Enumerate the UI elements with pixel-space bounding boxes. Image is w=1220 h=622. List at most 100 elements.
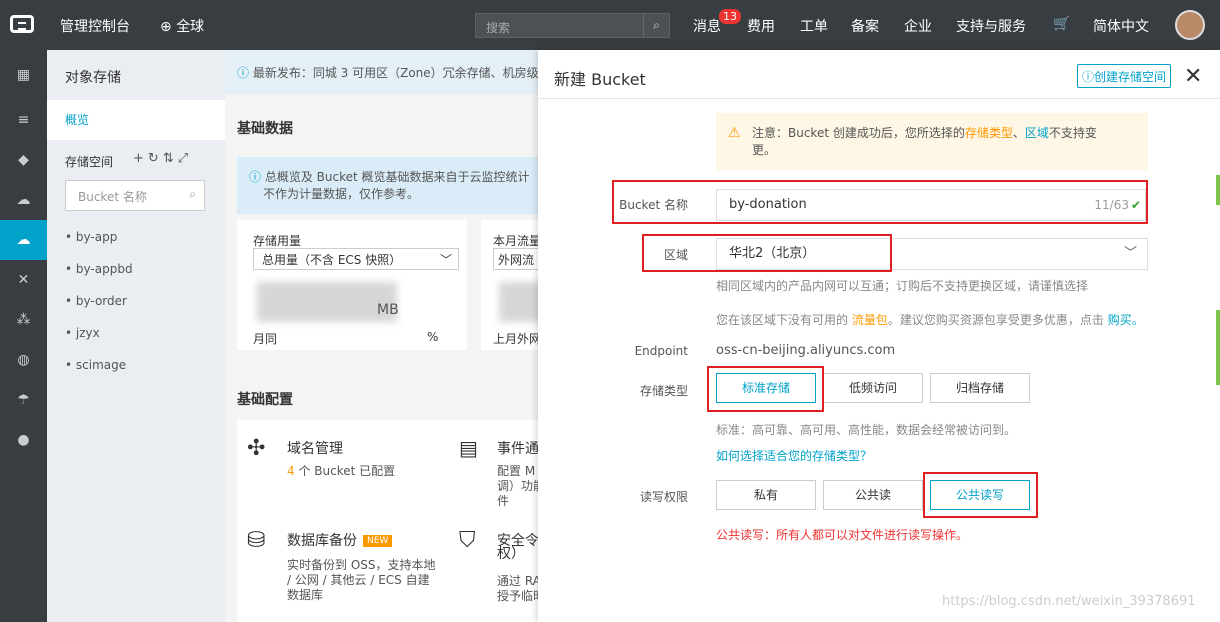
- grid-icon[interactable]: ▦: [0, 55, 47, 95]
- server-icon[interactable]: ≡: [0, 100, 47, 140]
- warning-icon: ⚠: [728, 125, 741, 141]
- nav-enterprise[interactable]: 企业: [904, 16, 932, 36]
- annotation-box: [923, 472, 1038, 518]
- storage-type-help-link[interactable]: 如何选择适合您的存储类型？: [716, 447, 872, 464]
- blurred-value: [257, 282, 397, 322]
- info-icon: ⓘ: [249, 170, 265, 184]
- nav-record[interactable]: 备案: [851, 16, 879, 36]
- cloud-icon[interactable]: ☁: [0, 180, 47, 220]
- basic-config-title: 基础配置: [237, 392, 293, 408]
- cart-icon[interactable]: 🛒: [1053, 16, 1070, 32]
- domain-mgmt-desc: 4 个 Bucket 已配置: [287, 464, 396, 478]
- aliyun-logo-icon[interactable]: [10, 15, 34, 33]
- world-icon[interactable]: ◍: [0, 340, 47, 380]
- bucket-list-item[interactable]: • by-app: [65, 230, 117, 244]
- scroll-indicator: [1216, 175, 1220, 205]
- nav-fees[interactable]: 费用: [747, 16, 775, 36]
- nav-tickets[interactable]: 工单: [800, 16, 828, 36]
- sort-icon[interactable]: ⇅: [163, 151, 178, 166]
- cloud-gear-icon[interactable]: ☂: [0, 380, 47, 420]
- shield-icon: ⛉: [459, 528, 476, 553]
- storage-percent: %: [427, 330, 439, 344]
- basic-data-title: 基础数据: [237, 121, 293, 137]
- release-notice[interactable]: ⓘ 最新发布：同城 3 可用区（Zone）冗余存储、机房级: [225, 50, 545, 94]
- endpoint-label: Endpoint: [634, 344, 688, 358]
- storage-usage-card: 存储用量 总用量（不含 ECS 快照） ﹀ MB 月同 %: [237, 220, 467, 350]
- warning-notice: ⚠ 注意：Bucket 创建成功后，您所选择的存储类型、区域不支持变 更。: [716, 113, 1148, 170]
- sidebar-title: 对象存储: [65, 70, 121, 86]
- create-bucket-panel: 新建 Bucket ⓘ创建存储空间 ✕ ⚠ 注意：Bucket 创建成功后，您所…: [538, 50, 1220, 622]
- new-badge: NEW: [363, 535, 393, 547]
- bucket-search-input[interactable]: Bucket 名称 ⌕: [65, 180, 205, 211]
- scroll-indicator: [1216, 310, 1220, 385]
- bucket-list-item[interactable]: • by-appbd: [65, 262, 133, 276]
- message-count-badge: 13: [719, 9, 741, 24]
- storage-type-label: 存储类型: [639, 384, 688, 398]
- config-card: ✣ 域名管理 4 个 Bucket 已配置 ▤ 事件通 配置 M 调）功能 件 …: [237, 420, 547, 622]
- bucket-list-item[interactable]: • scimage: [65, 358, 126, 372]
- basic-data-info: ⓘ 总概览及 Bucket 概览基础数据来自于云监控统计 不作为计量数据，仅作参…: [237, 157, 557, 214]
- bucket-list-item[interactable]: • jzyx: [65, 326, 100, 340]
- region-selector[interactable]: ⊕ 全球: [160, 16, 204, 36]
- storage-unit: MB: [377, 302, 399, 318]
- divider: [538, 98, 1220, 99]
- network-nodes-icon: ✣: [247, 436, 266, 461]
- bucket-tools: +↻⇅⤢: [133, 151, 192, 166]
- storage-type-hint: 标准：高可靠、高可用、高性能，数据会经常被访问到。: [716, 423, 1017, 437]
- storage-type-infrequent[interactable]: 低频访问: [823, 373, 923, 403]
- traffic-pack-link[interactable]: 流量包: [852, 313, 888, 327]
- bucket-list-label: 存储空间: [65, 155, 114, 169]
- event-title[interactable]: 事件通: [497, 438, 539, 458]
- database-backup-icon: ⛁: [247, 528, 266, 553]
- sidebar-item-overview[interactable]: 概览: [47, 100, 225, 140]
- console-link[interactable]: 管理控制台: [60, 16, 130, 36]
- cluster-icon[interactable]: ⁂: [0, 300, 47, 340]
- product-icon-bar: ▦ ≡ ◆ ☁ ☁ ✕ ⁂ ◍ ☂ ●: [0, 50, 47, 622]
- nav-support[interactable]: 支持与服务: [956, 16, 1026, 36]
- annotation-box: [707, 366, 824, 412]
- acl-label: 读写权限: [639, 490, 688, 504]
- acl-warning: 公共读写：所有人都可以对文件进行读写操作。: [716, 528, 969, 542]
- question-icon: ⓘ: [1082, 70, 1095, 84]
- create-bucket-help-link[interactable]: ⓘ创建存储空间: [1077, 64, 1172, 88]
- panel-title: 新建 Bucket: [554, 70, 646, 89]
- top-navigation-bar: 管理控制台 ⊕ 全球 搜索 ⌕ 消息 13 费用 工单 备案 企业 支持与服务 …: [0, 0, 1220, 50]
- traffic-footer: 上月外网: [493, 332, 542, 346]
- annotation-box: [642, 234, 892, 272]
- nav-messages[interactable]: 消息: [693, 16, 721, 36]
- annotation-box: [612, 180, 1148, 224]
- monthly-traffic-label: 本月流量: [493, 234, 542, 248]
- endpoint-value: oss-cn-beijing.aliyuncs.com: [716, 343, 896, 358]
- traffic-pack-hint: 您在该区域下没有可用的 流量包。建议您购买资源包享受更多优惠，点击 购买。: [716, 313, 1144, 327]
- database-icon[interactable]: ◆: [0, 140, 47, 180]
- acl-private[interactable]: 私有: [716, 480, 816, 510]
- message-icon: ▤: [459, 436, 478, 460]
- chevron-down-icon: ﹀: [1123, 246, 1137, 261]
- domain-mgmt-title[interactable]: 域名管理: [287, 438, 343, 458]
- storage-footer: 月同: [253, 332, 278, 346]
- watermark: https://blog.csdn.net/weixin_39378691: [942, 594, 1196, 609]
- acl-public-read[interactable]: 公共读: [823, 480, 923, 510]
- nav-language[interactable]: 简体中文: [1093, 16, 1149, 36]
- bucket-list-item[interactable]: • by-order: [65, 294, 127, 308]
- oss-cloud-icon[interactable]: ☁: [0, 220, 47, 260]
- expand-icon[interactable]: ⤢: [178, 151, 192, 166]
- close-icon[interactable]: ✕: [1184, 64, 1202, 89]
- circle-icon[interactable]: ●: [0, 420, 47, 460]
- chevron-down-icon: ﹀: [439, 253, 452, 267]
- db-backup-title[interactable]: 数据库备份 NEW: [287, 530, 393, 550]
- storage-usage-select[interactable]: 总用量（不含 ECS 快照） ﹀: [253, 248, 459, 270]
- search-icon[interactable]: ⌕: [189, 187, 196, 202]
- refresh-icon[interactable]: ↻: [148, 151, 163, 166]
- globe-icon: ⊕: [160, 19, 177, 35]
- avatar[interactable]: [1175, 10, 1205, 40]
- add-icon[interactable]: +: [133, 151, 148, 166]
- oss-sidebar: 对象存储 概览 存储空间 +↻⇅⤢ Bucket 名称 ⌕ • by-app •…: [47, 50, 225, 622]
- storage-type-archive[interactable]: 归档存储: [930, 373, 1030, 403]
- buy-link[interactable]: 购买。: [1108, 313, 1144, 327]
- network-icon[interactable]: ✕: [0, 260, 47, 300]
- search-icon[interactable]: ⌕: [643, 14, 669, 37]
- storage-usage-label: 存储用量: [253, 234, 302, 248]
- region-hint: 相同区域内的产品内网可以互通；订购后不支持更换区域，请谨慎选择: [716, 279, 1089, 293]
- global-search-input[interactable]: 搜索 ⌕: [475, 13, 670, 38]
